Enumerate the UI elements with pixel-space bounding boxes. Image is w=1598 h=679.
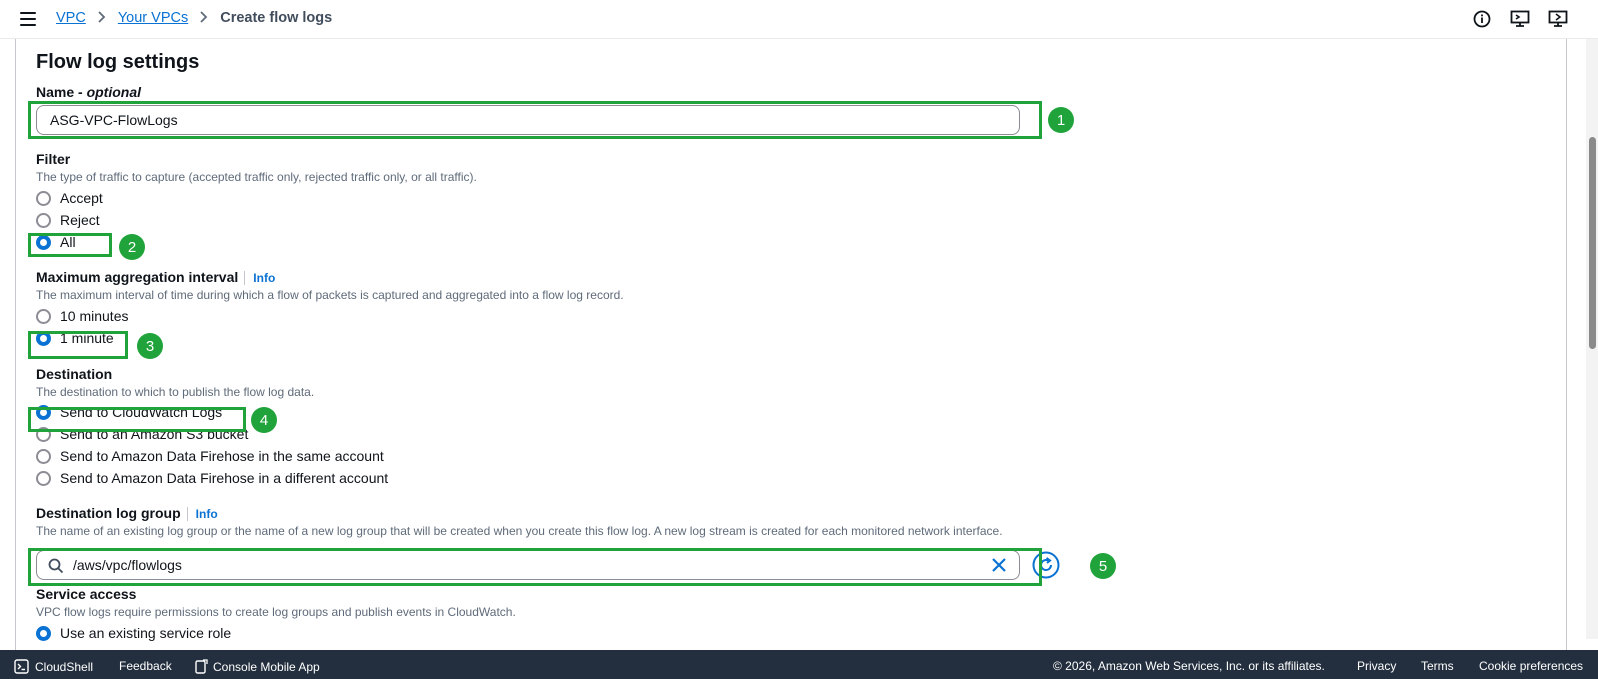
destination-description: The destination to which to publish the … bbox=[36, 385, 315, 399]
optional-tag: optional bbox=[86, 84, 142, 100]
service-access-option-existing-role[interactable]: Use an existing service role bbox=[36, 623, 231, 643]
interval-option-10-minutes[interactable]: 10 minutes bbox=[36, 306, 128, 326]
radio-button[interactable] bbox=[36, 448, 51, 464]
radio-button[interactable] bbox=[36, 190, 51, 206]
log-group-info-link[interactable]: Info bbox=[186, 507, 218, 521]
log-group-label: Destination log group Info bbox=[36, 505, 218, 521]
breadcrumb-current-page: Create flow logs bbox=[220, 10, 333, 26]
feedback-link[interactable]: Feedback bbox=[119, 659, 172, 673]
service-access-description: VPC flow logs require permissions to cre… bbox=[36, 605, 516, 619]
filter-label: Filter bbox=[36, 151, 71, 167]
service-access-label: Service access bbox=[36, 586, 137, 602]
interval-description: The maximum interval of time during whic… bbox=[36, 288, 624, 302]
menu-icon[interactable] bbox=[20, 12, 36, 26]
radio-button[interactable] bbox=[36, 212, 51, 228]
breadcrumb: VPC Your VPCs Create flow logs bbox=[56, 10, 332, 26]
chevron-right-icon bbox=[98, 10, 106, 26]
top-navigation-bar: VPC Your VPCs Create flow logs bbox=[0, 0, 1598, 39]
cookie-preferences-link[interactable]: Cookie preferences bbox=[1479, 659, 1583, 673]
annotation-badge-3: 3 bbox=[137, 333, 163, 359]
copyright-text: © 2026, Amazon Web Services, Inc. or its… bbox=[1053, 659, 1325, 673]
filter-option-accept[interactable]: Accept bbox=[36, 188, 103, 208]
destination-option-firehose-same[interactable]: Send to Amazon Data Firehose in the same… bbox=[36, 446, 384, 466]
section-title: Flow log settings bbox=[36, 51, 200, 73]
mobile-app-icon bbox=[195, 659, 208, 674]
annotation-highlight-log-group bbox=[28, 548, 1042, 586]
annotation-highlight-filter bbox=[28, 233, 112, 257]
filter-description: The type of traffic to capture (accepted… bbox=[36, 170, 477, 184]
feedback-icon[interactable] bbox=[1548, 9, 1568, 29]
log-group-description: The name of an existing log group or the… bbox=[36, 524, 1003, 538]
scrollbar-thumb[interactable] bbox=[1589, 137, 1596, 349]
cloudshell-button[interactable]: CloudShell bbox=[14, 659, 93, 674]
interval-label: Maximum aggregation interval Info bbox=[36, 269, 276, 285]
annotation-highlight-name bbox=[28, 101, 1042, 139]
console-footer: CloudShell Feedback Console Mobile App ©… bbox=[0, 650, 1598, 679]
annotation-highlight-interval bbox=[28, 331, 128, 359]
breadcrumb-vpc[interactable]: VPC bbox=[56, 10, 86, 26]
annotation-badge-4: 4 bbox=[251, 407, 277, 433]
terms-link[interactable]: Terms bbox=[1421, 659, 1454, 673]
radio-button[interactable] bbox=[36, 308, 51, 324]
filter-option-reject[interactable]: Reject bbox=[36, 210, 100, 230]
name-label: Name - optional bbox=[36, 84, 142, 100]
breadcrumb-your-vpcs[interactable]: Your VPCs bbox=[118, 10, 188, 26]
annotation-badge-5: 5 bbox=[1090, 553, 1116, 579]
annotation-highlight-destination bbox=[28, 407, 246, 432]
support-icon[interactable] bbox=[1510, 9, 1530, 29]
destination-label: Destination bbox=[36, 366, 113, 382]
destination-option-firehose-different[interactable]: Send to Amazon Data Firehose in a differ… bbox=[36, 468, 388, 488]
privacy-link[interactable]: Privacy bbox=[1357, 659, 1396, 673]
chevron-right-icon bbox=[200, 10, 208, 26]
cloudshell-icon bbox=[14, 659, 29, 674]
info-icon[interactable] bbox=[1472, 9, 1492, 29]
interval-info-link[interactable]: Info bbox=[244, 271, 276, 285]
console-mobile-app-link[interactable]: Console Mobile App bbox=[195, 659, 320, 674]
annotation-badge-1: 1 bbox=[1048, 107, 1074, 133]
page-scrollbar[interactable] bbox=[1586, 39, 1598, 639]
annotation-badge-2: 2 bbox=[119, 234, 145, 260]
radio-button-checked[interactable] bbox=[36, 625, 51, 641]
radio-button[interactable] bbox=[36, 470, 51, 486]
